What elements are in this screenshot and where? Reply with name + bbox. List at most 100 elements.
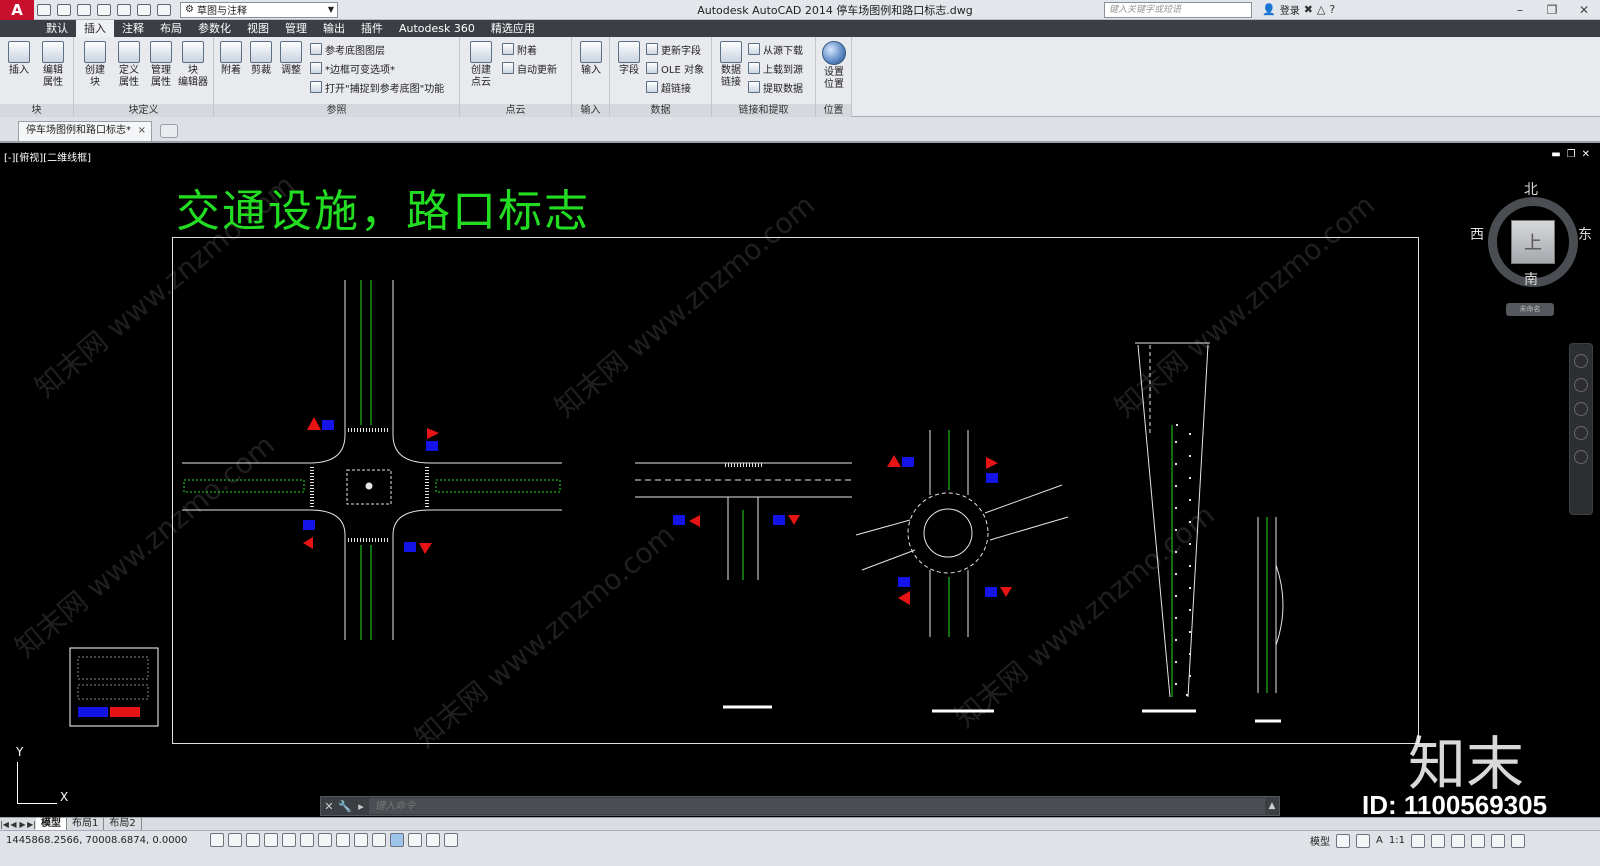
set-location-button[interactable]: 设置 位置: [819, 41, 849, 91]
lock-icon[interactable]: [1450, 833, 1465, 848]
underlay-layers-button[interactable]: 参考底图图层: [310, 41, 385, 57]
drawing-canvas[interactable]: 知末网 www.znzmo.com 知末网 www.znzmo.com 知末网 …: [0, 145, 1600, 817]
open-file-icon[interactable]: [57, 3, 71, 16]
command-prompt-icon[interactable]: ▸: [353, 800, 369, 813]
a360-icon[interactable]: △: [1317, 3, 1325, 16]
viewcube[interactable]: 上 北 南 西 东 未命名: [1470, 182, 1592, 316]
annotation-scale-icon[interactable]: A: [1376, 835, 1383, 846]
object-snap-tracking-icon[interactable]: [336, 833, 350, 847]
pan-icon[interactable]: [1574, 378, 1588, 392]
3d-osnap-icon[interactable]: [318, 833, 332, 847]
tab-plugins[interactable]: 插件: [353, 20, 391, 37]
attach-button[interactable]: 附着: [216, 41, 246, 77]
login-button[interactable]: 登录: [1280, 2, 1300, 17]
close-icon[interactable]: ✕: [1568, 0, 1600, 20]
create-point-cloud-button[interactable]: 创建 点云: [466, 41, 496, 89]
save-as-icon[interactable]: [97, 3, 111, 16]
minimize-icon[interactable]: –: [1504, 0, 1536, 20]
workspace-select[interactable]: ⚙ 草图与注释 ▼: [180, 1, 338, 18]
selection-cycling-icon[interactable]: [444, 833, 458, 847]
snap-underlay-button[interactable]: 打开"捕捉到参考底图"功能: [310, 79, 444, 95]
data-link-button[interactable]: 数据 链接: [716, 41, 746, 89]
cloud-attach-button[interactable]: 附着: [502, 41, 537, 57]
create-block-button[interactable]: 创建 块: [80, 41, 110, 89]
grid-display-icon[interactable]: [246, 833, 260, 847]
search-input[interactable]: 键入关键字或短语: [1104, 2, 1252, 18]
block-editor-button[interactable]: 块 编辑器: [178, 41, 208, 89]
upload-to-source-button[interactable]: 上载到源: [748, 60, 803, 76]
ortho-mode-icon[interactable]: [264, 833, 278, 847]
viewcube-south[interactable]: 南: [1524, 269, 1538, 289]
field-button[interactable]: 字段: [614, 41, 644, 77]
save-icon[interactable]: [77, 3, 91, 16]
undo-icon[interactable]: [137, 3, 151, 16]
quick-view-drawings-icon[interactable]: [1356, 833, 1370, 848]
tab-model[interactable]: 模型: [36, 817, 67, 831]
tab-default[interactable]: 默认: [38, 20, 76, 37]
download-from-source-button[interactable]: 从源下载: [748, 41, 803, 57]
update-fields-button[interactable]: 更新字段: [646, 41, 701, 57]
lineweight-icon[interactable]: [390, 833, 404, 847]
exchange-icon[interactable]: ✖: [1304, 3, 1313, 16]
redo-icon[interactable]: [157, 3, 171, 16]
annotation-visibility-icon[interactable]: [1410, 833, 1425, 848]
manage-attributes-button[interactable]: 管理 属性: [146, 41, 176, 89]
annotation-scale[interactable]: 1:1: [1389, 835, 1405, 846]
hyperlink-button[interactable]: 超链接: [646, 79, 691, 95]
insert-block-button[interactable]: 插入: [4, 41, 34, 77]
tab-output[interactable]: 输出: [315, 20, 353, 37]
zoom-icon[interactable]: [1574, 402, 1588, 416]
dynamic-input-icon[interactable]: [372, 833, 386, 847]
command-input[interactable]: [369, 798, 1265, 814]
clip-button[interactable]: 剪裁: [246, 41, 276, 77]
tab-insert[interactable]: 插入: [76, 20, 114, 37]
model-space-toggle[interactable]: 模型: [1310, 833, 1330, 848]
new-file-icon[interactable]: [37, 3, 51, 16]
tab-featured-apps[interactable]: 精选应用: [483, 20, 543, 37]
last-tab-icon[interactable]: ▶|: [27, 820, 36, 829]
tab-layout[interactable]: 布局: [152, 20, 190, 37]
wcs-menu-button[interactable]: 未命名: [1506, 303, 1554, 316]
adjust-button[interactable]: 调整: [276, 41, 306, 77]
restore-icon[interactable]: ❐: [1536, 0, 1568, 20]
viewcube-east[interactable]: 东: [1578, 224, 1592, 244]
cursor-coordinates[interactable]: 1445868.2566, 70008.6874, 0.0000: [6, 835, 187, 846]
new-tab-button[interactable]: [160, 124, 178, 138]
chevron-up-icon[interactable]: ▲: [1265, 801, 1279, 811]
import-button[interactable]: 输入: [576, 41, 606, 77]
tab-layout2[interactable]: 布局2: [104, 817, 142, 831]
app-menu-button[interactable]: A: [0, 0, 34, 20]
tab-autodesk-360[interactable]: Autodesk 360: [391, 20, 483, 37]
viewcube-north[interactable]: 北: [1524, 179, 1538, 199]
first-tab-icon[interactable]: |◀: [0, 820, 9, 829]
snap-mode-icon[interactable]: [228, 833, 242, 847]
tab-layout1[interactable]: 布局1: [67, 817, 105, 831]
print-icon[interactable]: [117, 3, 131, 16]
edit-attributes-button[interactable]: 编辑 属性: [38, 41, 68, 89]
viewcube-top-face[interactable]: 上: [1511, 220, 1555, 264]
showmotion-icon[interactable]: [1574, 450, 1588, 464]
next-tab-icon[interactable]: ▶: [18, 820, 27, 829]
wrench-icon[interactable]: 🔧: [337, 800, 353, 813]
tab-annotate[interactable]: 注释: [114, 20, 152, 37]
transparency-icon[interactable]: [408, 833, 422, 847]
quick-properties-icon[interactable]: [426, 833, 440, 847]
panel-title[interactable]: 块: [0, 104, 73, 117]
clean-screen-icon[interactable]: [1510, 833, 1525, 848]
object-snap-icon[interactable]: [300, 833, 314, 847]
polar-tracking-icon[interactable]: [282, 833, 296, 847]
tab-manage[interactable]: 管理: [277, 20, 315, 37]
panel-title[interactable]: 点云: [460, 104, 571, 117]
panel-title[interactable]: 块定义: [74, 104, 213, 117]
define-attributes-button[interactable]: 定义 属性: [114, 41, 144, 89]
frame-options-button[interactable]: *边框可变选项*: [310, 60, 395, 76]
quick-view-layouts-icon[interactable]: [1336, 833, 1350, 848]
close-icon[interactable]: ✕: [321, 800, 337, 813]
ole-object-button[interactable]: OLE 对象: [646, 60, 704, 76]
help-icon[interactable]: ?: [1329, 3, 1335, 16]
extract-data-button[interactable]: 提取数据: [748, 79, 803, 95]
close-icon[interactable]: ×: [138, 122, 146, 140]
orbit-icon[interactable]: [1574, 426, 1588, 440]
steering-wheel-icon[interactable]: [1574, 354, 1588, 368]
dynamic-ucs-icon[interactable]: [354, 833, 368, 847]
